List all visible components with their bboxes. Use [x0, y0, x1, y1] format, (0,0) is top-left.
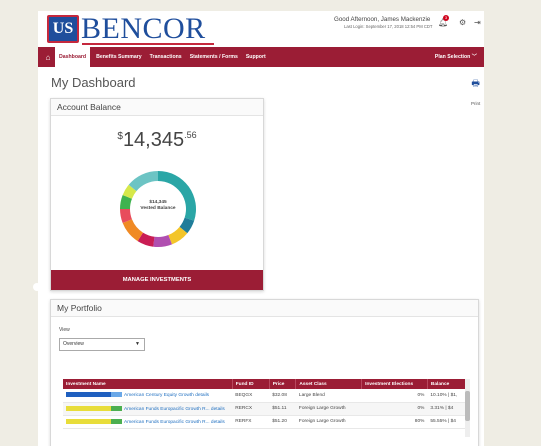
- details-link[interactable]: details: [195, 393, 209, 398]
- bencor-logo[interactable]: US BENCOR: [47, 13, 206, 45]
- page-title: My Dashboard: [51, 75, 136, 90]
- col-balance[interactable]: Balance: [427, 379, 470, 389]
- col-price[interactable]: Price: [269, 379, 297, 389]
- header: US BENCOR Good Afternoon, James Mackenzi…: [38, 11, 484, 47]
- tab-transactions[interactable]: Transactions: [146, 47, 186, 67]
- account-balance-title: Account Balance: [51, 99, 263, 116]
- investment-name-link[interactable]: American Funds Europacific Growth R...: [124, 419, 210, 424]
- print-button[interactable]: 🖶︎ Print: [471, 76, 480, 110]
- manage-investments-button[interactable]: MANAGE INVESTMENTS: [51, 270, 263, 290]
- tab-dashboard[interactable]: Dashboard: [55, 47, 91, 67]
- price-cell: $32.08: [269, 389, 296, 403]
- col-investment-elections[interactable]: Investment Elections: [361, 379, 428, 389]
- investment-cell: American Funds Europacific Growth R... d…: [63, 402, 233, 416]
- asset-class-cell: Large Blend: [295, 389, 362, 403]
- col-investment-name[interactable]: Investment Name: [63, 379, 233, 389]
- col-asset-class[interactable]: Asset Class: [295, 379, 363, 389]
- price-cell: $51.11: [269, 402, 296, 416]
- donut-segment[interactable]: [128, 171, 158, 192]
- portfolio-table: Investment Name Fund ID Price Asset Clas…: [63, 379, 470, 429]
- last-login-text: Last Login: September 17, 2018 12:54 PM …: [344, 24, 433, 29]
- logo-mark: US: [47, 15, 79, 43]
- fund-id-cell: RERFX: [232, 415, 270, 429]
- allocation-bar: [66, 405, 122, 411]
- tab-statements-forms[interactable]: Statements / Forms: [186, 47, 242, 67]
- sign-out-icon[interactable]: ⇥: [474, 18, 481, 27]
- greeting-text: Good Afternoon, James Mackenzie: [334, 16, 431, 23]
- asset-class-cell: Foreign Large Growth: [295, 415, 362, 429]
- balance-cell: 10.10% | $1,: [427, 389, 469, 403]
- account-balance-card: Account Balance $14,345.56 $14,345 Veste…: [50, 98, 264, 291]
- view-select[interactable]: Overview ▼: [59, 338, 145, 351]
- elections-cell: 0%: [361, 402, 428, 416]
- col-fund-id[interactable]: Fund ID: [232, 379, 270, 389]
- logo-underline: [82, 43, 214, 45]
- allocation-bar: [66, 418, 122, 424]
- table-row: American Century Equity Growth details BE…: [63, 389, 469, 403]
- caret-down-icon: ▼: [135, 341, 140, 347]
- details-link[interactable]: details: [211, 419, 225, 424]
- table-header-row: Investment Name Fund ID Price Asset Clas…: [63, 379, 470, 389]
- logo-text: BENCOR: [81, 12, 206, 45]
- app-frame: US BENCOR Good Afternoon, James Mackenzi…: [38, 11, 484, 446]
- plan-selection-dropdown[interactable]: Plan Selection ﹀: [435, 47, 477, 67]
- table-scrollbar[interactable]: [465, 379, 470, 437]
- balance-currency: $: [117, 131, 123, 142]
- scrollbar-thumb[interactable]: [465, 391, 470, 421]
- view-select-value: Overview: [63, 341, 84, 347]
- portfolio-title: My Portfolio: [51, 300, 478, 317]
- tab-benefits-summary[interactable]: Benefits Summary: [92, 47, 146, 67]
- investment-cell: American Century Equity Growth details: [63, 389, 233, 403]
- balance-dollars: 14,345: [122, 129, 185, 151]
- table-row: American Funds Europacific Growth R... d…: [63, 402, 469, 416]
- chevron-down-icon: ﹀: [471, 54, 477, 60]
- price-cell: $51.20: [269, 415, 296, 429]
- donut-segment[interactable]: [158, 171, 196, 221]
- fund-id-cell: BEQGX: [232, 389, 270, 403]
- elections-cell: 80%: [361, 415, 428, 429]
- balance-cents: .56: [184, 130, 197, 140]
- balance-cell: 3.31% | $4: [427, 402, 469, 416]
- details-link[interactable]: details: [211, 406, 225, 411]
- home-icon[interactable]: ⌂: [41, 53, 55, 62]
- donut-amount: $14,345: [149, 200, 167, 205]
- investment-name-link[interactable]: American Funds Europacific Growth R...: [124, 406, 210, 411]
- table-row: American Funds Europacific Growth R... d…: [63, 415, 469, 429]
- tab-support[interactable]: Support: [242, 47, 270, 67]
- fund-id-cell: RERCX: [232, 402, 270, 416]
- plan-selection-label: Plan Selection: [434, 54, 471, 60]
- elections-cell: 0%: [361, 389, 428, 403]
- notification-badge: 3: [443, 15, 449, 21]
- asset-class-cell: Foreign Large Growth: [295, 402, 362, 416]
- allocation-bar: [66, 392, 122, 398]
- balance-amount: $14,345.56: [51, 129, 263, 152]
- print-label: Print: [471, 101, 481, 106]
- gear-icon[interactable]: ⚙: [459, 18, 466, 27]
- investment-name-link[interactable]: American Century Equity Growth: [124, 393, 194, 398]
- printer-icon: 🖶︎: [471, 78, 480, 88]
- donut-label: Vested Balance: [140, 206, 176, 211]
- investment-cell: American Funds Europacific Growth R... d…: [63, 415, 233, 429]
- portfolio-card: My Portfolio View Overview ▼ Investment …: [50, 299, 479, 446]
- main-nav: ⌂ Dashboard Benefits Summary Transaction…: [38, 47, 484, 67]
- view-label: View: [59, 327, 70, 333]
- balance-cell: 55.55% | $4: [427, 415, 469, 429]
